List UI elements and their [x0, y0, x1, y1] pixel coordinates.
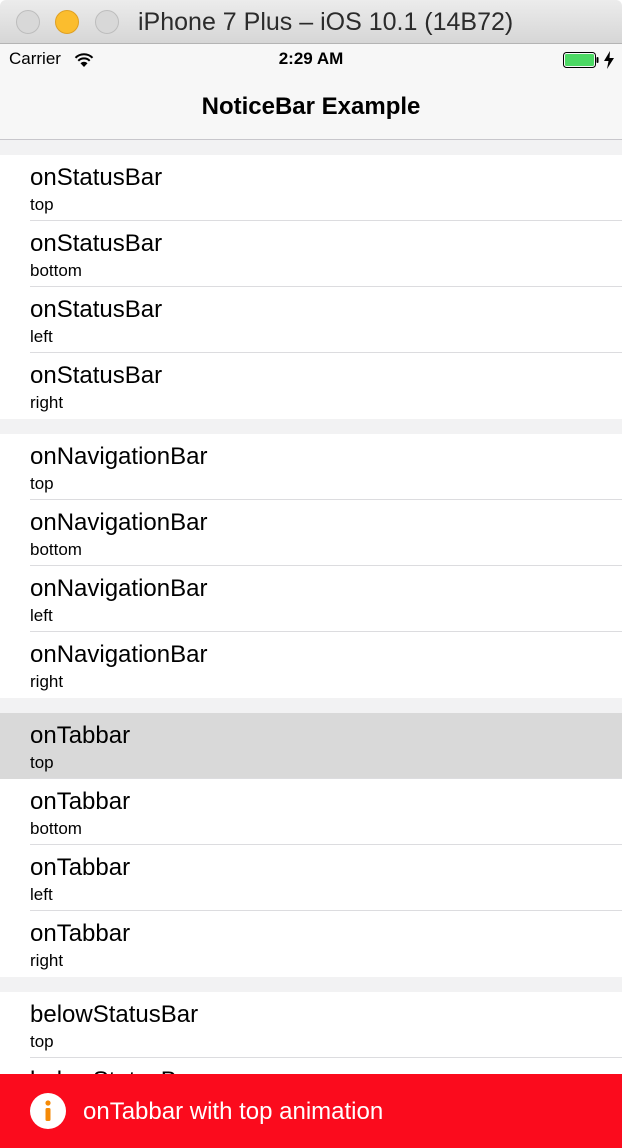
row-subtitle: left	[30, 606, 53, 625]
window-title: iPhone 7 Plus – iOS 10.1 (14B72)	[138, 8, 514, 36]
notice-message: onTabbar with top animation	[83, 1098, 384, 1125]
status-time: 2:29 AM	[278, 49, 344, 68]
table-row-selected[interactable]: onTabbar top	[0, 713, 622, 779]
row-subtitle: left	[30, 885, 53, 904]
table-row[interactable]: onNavigationBar right	[0, 632, 622, 698]
row-subtitle: bottom	[30, 819, 82, 838]
row-subtitle: top	[30, 195, 54, 214]
table-row[interactable]: onTabbar left	[0, 845, 622, 911]
table-row[interactable]: onNavigationBar left	[0, 566, 622, 632]
row-subtitle: right	[30, 393, 64, 412]
row-subtitle: right	[30, 951, 64, 970]
table-row[interactable]: onNavigationBar bottom	[0, 500, 622, 566]
table-section: onStatusBar top onStatusBar bottom onSta…	[0, 155, 622, 419]
row-title: onTabbar	[30, 854, 131, 881]
simulator-title-bar: iPhone 7 Plus – iOS 10.1 (14B72)	[0, 0, 622, 44]
row-title: onNavigationBar	[30, 443, 208, 470]
row-subtitle: right	[30, 672, 64, 691]
table-row[interactable]: onNavigationBar top	[0, 434, 622, 500]
page-title: NoticeBar Example	[201, 93, 421, 120]
table-view[interactable]: onStatusBar top onStatusBar bottom onSta…	[0, 140, 622, 1148]
navigation-bar: NoticeBar Example	[0, 76, 622, 140]
battery-icon	[563, 52, 599, 68]
row-title: onNavigationBar	[30, 509, 208, 536]
row-title: onNavigationBar	[30, 641, 208, 668]
row-subtitle: bottom	[30, 540, 82, 559]
row-subtitle: top	[30, 1032, 54, 1051]
row-title: onNavigationBar	[30, 575, 208, 602]
row-title: onStatusBar	[30, 230, 163, 257]
table-row[interactable]: onStatusBar right	[0, 353, 622, 419]
row-title: onStatusBar	[30, 362, 163, 389]
table-row[interactable]: belowStatusBar top	[0, 992, 622, 1058]
table-row[interactable]: onStatusBar top	[0, 155, 622, 221]
table-section: onNavigationBar top onNavigationBar bott…	[0, 434, 622, 698]
table-row[interactable]: onTabbar bottom	[0, 779, 622, 845]
row-title: onStatusBar	[30, 296, 163, 323]
table-row[interactable]: onTabbar right	[0, 911, 622, 977]
row-title: onTabbar	[30, 920, 131, 947]
window-close-button[interactable]	[16, 10, 40, 34]
window-zoom-button[interactable]	[95, 10, 119, 34]
charging-bolt-icon	[604, 51, 614, 69]
row-title: belowStatusBar	[30, 1001, 199, 1028]
row-subtitle: top	[30, 474, 54, 493]
notice-bar[interactable]: onTabbar with top animation	[0, 1074, 622, 1148]
table-section: onTabbar top onTabbar bottom onTabbar le…	[0, 713, 622, 977]
row-subtitle: top	[30, 753, 54, 772]
row-title: onTabbar	[30, 722, 131, 749]
row-subtitle: bottom	[30, 261, 82, 280]
row-title: onTabbar	[30, 788, 131, 815]
table-row[interactable]: onStatusBar left	[0, 287, 622, 353]
table-row[interactable]: onStatusBar bottom	[0, 221, 622, 287]
status-bar: Carrier 2:29 AM	[0, 44, 622, 76]
window-minimize-button[interactable]	[55, 10, 79, 34]
row-title: onStatusBar	[30, 164, 163, 191]
row-subtitle: left	[30, 327, 53, 346]
info-icon	[30, 1093, 66, 1129]
